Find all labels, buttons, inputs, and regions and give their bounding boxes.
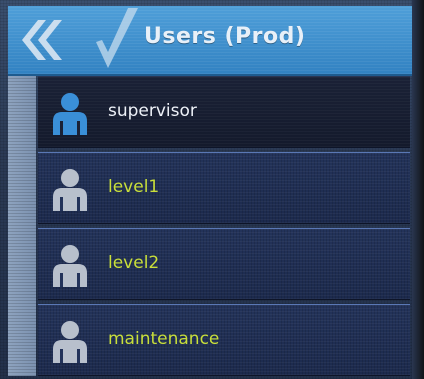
list-item-level1[interactable]: level1 bbox=[38, 152, 410, 224]
list-item-label: level2 bbox=[108, 253, 160, 273]
user-icon bbox=[50, 243, 90, 287]
double-chevron-left-icon bbox=[22, 20, 62, 60]
user-icon bbox=[50, 167, 90, 211]
back-button[interactable] bbox=[8, 6, 68, 74]
list-item-label: maintenance bbox=[108, 329, 220, 349]
header-bar: Users (Prod) bbox=[8, 6, 418, 76]
screen-bezel-edge bbox=[412, 0, 424, 379]
checkmark-icon[interactable] bbox=[86, 6, 146, 74]
list-item-supervisor[interactable]: supervisor bbox=[38, 76, 410, 148]
list-item-label: supervisor bbox=[108, 101, 197, 121]
list-item-level2[interactable]: level2 bbox=[38, 228, 410, 300]
user-icon bbox=[50, 319, 90, 363]
user-list: supervisor level1 level2 maintenance bbox=[0, 76, 424, 379]
hmi-screen: Users (Prod) supervisor level1 level2 ma… bbox=[0, 0, 424, 379]
page-title: Users (Prod) bbox=[144, 24, 306, 49]
list-item-label: level1 bbox=[108, 177, 160, 197]
list-item-maintenance[interactable]: maintenance bbox=[38, 304, 410, 376]
user-icon bbox=[50, 91, 90, 135]
